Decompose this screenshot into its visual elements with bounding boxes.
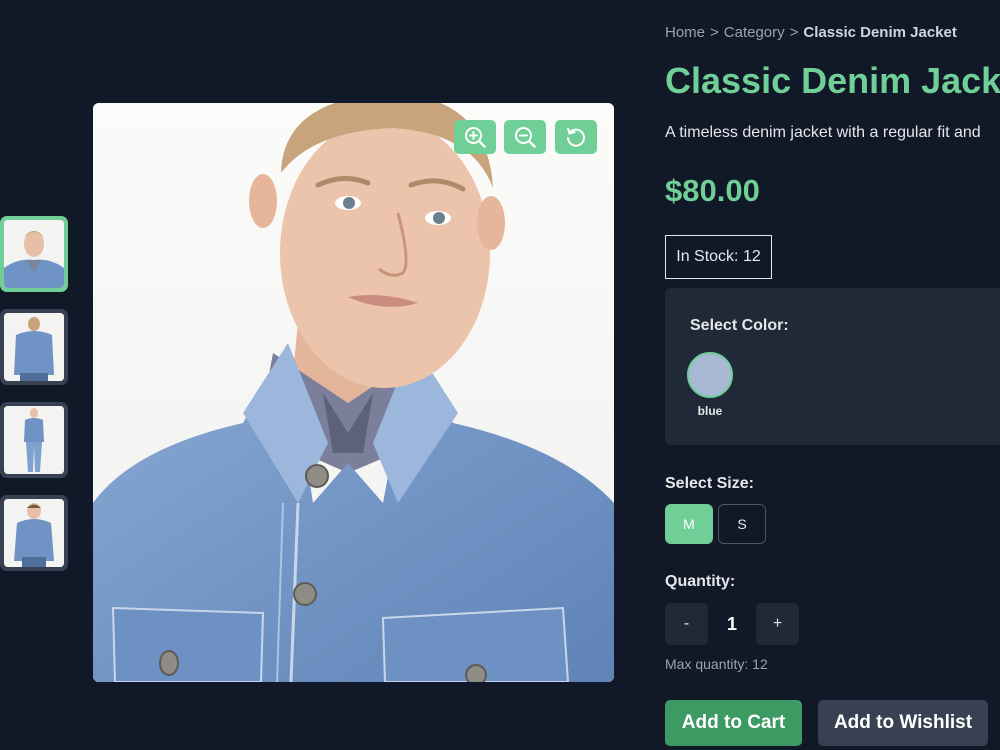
product-title: Classic Denim Jacket bbox=[665, 60, 1000, 101]
size-option-s[interactable]: S bbox=[718, 504, 766, 544]
color-swatch-label: blue bbox=[697, 404, 723, 418]
quantity-label: Quantity: bbox=[665, 573, 736, 590]
thumbnail-full-body-image bbox=[4, 406, 64, 474]
zoom-out-button[interactable] bbox=[504, 120, 546, 154]
breadcrumb-separator: > bbox=[789, 24, 799, 41]
product-description: A timeless denim jacket with a regular f… bbox=[665, 124, 981, 141]
product-price: $80.00 bbox=[665, 173, 760, 208]
add-to-cart-button[interactable]: Add to Cart bbox=[665, 700, 802, 746]
breadcrumb-current: Classic Denim Jacket bbox=[803, 24, 957, 41]
zoom-in-icon bbox=[465, 127, 486, 148]
thumbnail-back-view-image bbox=[4, 313, 64, 381]
max-quantity-note: Max quantity: 12 bbox=[665, 656, 768, 672]
breadcrumb-home-link[interactable]: Home bbox=[665, 24, 705, 41]
product-details: Home > Category > Classic Denim Jacket Class… bbox=[665, 0, 1000, 750]
reset-rotate-icon bbox=[567, 127, 585, 147]
color-label: Select Color: bbox=[690, 317, 789, 334]
thumbnail-standing-image bbox=[4, 499, 64, 567]
quantity-value: 1 bbox=[726, 613, 737, 634]
size-option-m[interactable]: M bbox=[665, 504, 713, 544]
breadcrumb: Home > Category > Classic Denim Jacket bbox=[665, 24, 957, 41]
quantity-increase-button[interactable]: + bbox=[756, 603, 799, 645]
thumbnail-1[interactable] bbox=[0, 216, 68, 292]
thumbnail-2[interactable] bbox=[0, 309, 68, 385]
product-page: Home > Category > Classic Denim Jacket Class… bbox=[0, 0, 1000, 750]
thumbnail-closeup-image bbox=[4, 220, 64, 288]
stock-badge: In Stock: 12 bbox=[665, 235, 772, 279]
size-label: Select Size: bbox=[665, 475, 754, 492]
main-product-image[interactable] bbox=[93, 103, 614, 682]
zoom-out-icon bbox=[515, 127, 536, 148]
color-selector-panel: Select Color: blue bbox=[665, 288, 1000, 445]
thumbnail-3[interactable] bbox=[0, 402, 68, 478]
add-to-wishlist-button[interactable]: Add to Wishlist bbox=[818, 700, 988, 746]
reset-rotate-button[interactable] bbox=[555, 120, 597, 154]
color-swatch-blue[interactable] bbox=[687, 352, 733, 398]
thumbnail-4[interactable] bbox=[0, 495, 68, 571]
zoom-in-button[interactable] bbox=[454, 120, 496, 154]
quantity-decrease-button[interactable]: - bbox=[665, 603, 708, 645]
breadcrumb-category-link[interactable]: Category bbox=[724, 24, 785, 41]
product-photo bbox=[93, 103, 614, 682]
breadcrumb-separator: > bbox=[710, 24, 719, 41]
